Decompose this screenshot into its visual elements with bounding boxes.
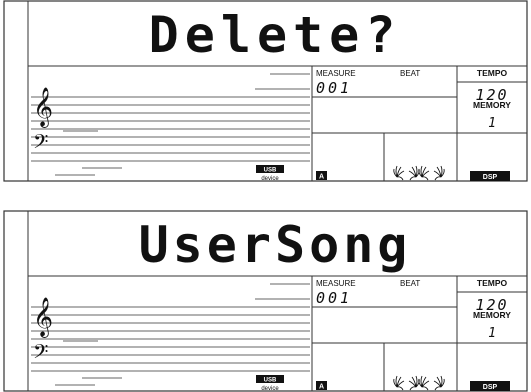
beat-label: BEAT bbox=[400, 279, 420, 288]
hands-icon bbox=[393, 375, 445, 391]
memory-value: 1 bbox=[488, 326, 496, 341]
message-text: Delete? bbox=[149, 6, 402, 64]
hands-icon bbox=[393, 165, 445, 181]
treble-clef-icon: 𝄞 bbox=[33, 297, 53, 338]
beat-label: BEAT bbox=[400, 69, 420, 78]
tempo-label: TEMPO bbox=[477, 278, 508, 288]
bass-clef-icon: 𝄢 bbox=[33, 130, 48, 158]
usb-device-indicator: USB device bbox=[256, 375, 284, 392]
measure-label: MEASURE bbox=[316, 69, 356, 78]
lcd-panel: UserSong 𝄞 𝄢 USB device MEASURE 001 BEAT… bbox=[3, 210, 528, 392]
lcd-panel: Delete? 𝄞 𝄢 USB device MEASURE 001 BEAT … bbox=[3, 0, 528, 182]
bass-clef-icon: 𝄢 bbox=[33, 340, 48, 368]
usb-label: USB bbox=[264, 378, 277, 384]
staff-area: 𝄞 𝄢 bbox=[31, 73, 310, 176]
memory-label: MEMORY bbox=[473, 100, 511, 110]
device-label: device bbox=[261, 386, 279, 392]
usb-device-indicator: USB device bbox=[256, 165, 284, 182]
usb-label: USB bbox=[264, 168, 277, 174]
dsp-label: DSP bbox=[483, 384, 498, 391]
measure-value: 001 bbox=[316, 289, 352, 307]
measure-label: MEASURE bbox=[316, 279, 356, 288]
memory-value: 1 bbox=[488, 116, 496, 131]
track-label: A bbox=[319, 384, 324, 391]
tempo-label: TEMPO bbox=[477, 68, 508, 78]
dot-matrix-message: UserSong bbox=[139, 216, 412, 274]
memory-label: MEMORY bbox=[473, 310, 511, 320]
measure-value: 001 bbox=[316, 79, 352, 97]
staff-area: 𝄞 𝄢 bbox=[31, 283, 310, 386]
lcd-screens: Delete? 𝄞 𝄢 USB device MEASURE 001 BEAT … bbox=[0, 0, 531, 392]
message-text: UserSong bbox=[139, 216, 412, 274]
track-label: A bbox=[319, 174, 324, 181]
dsp-label: DSP bbox=[483, 174, 498, 181]
lcd-display-1: Delete? 𝄞 𝄢 USB device MEASURE 001 BEAT … bbox=[0, 0, 531, 182]
treble-clef-icon: 𝄞 bbox=[33, 87, 53, 128]
device-label: device bbox=[261, 176, 279, 182]
lcd-display-2: UserSong 𝄞 𝄢 USB device MEASURE 001 BEAT… bbox=[0, 210, 531, 392]
dot-matrix-message: Delete? bbox=[149, 6, 402, 64]
